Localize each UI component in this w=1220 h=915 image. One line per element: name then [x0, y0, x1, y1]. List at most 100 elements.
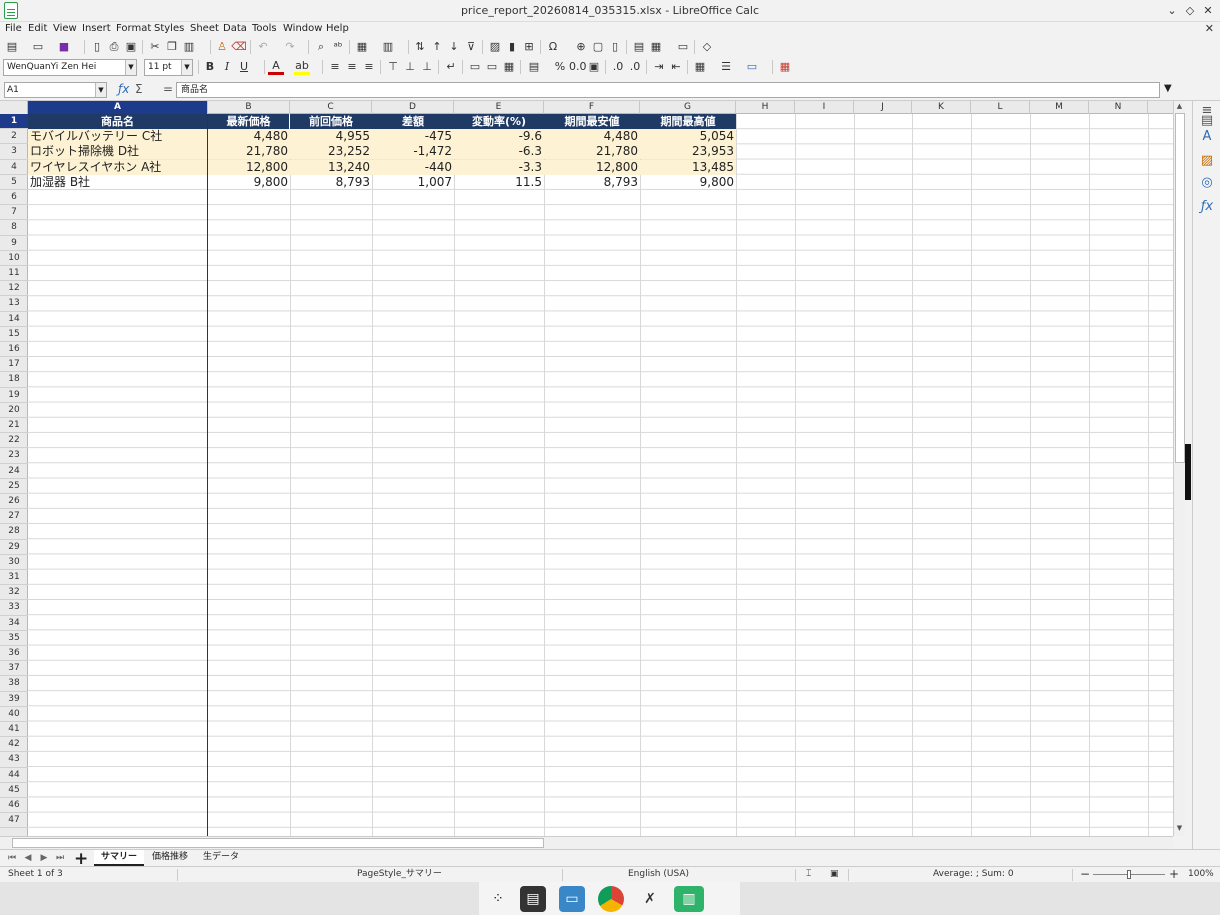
row-header-35[interactable]: 35: [0, 631, 28, 646]
row-header-13[interactable]: 13: [0, 296, 28, 312]
align-right-icon[interactable]: ≡: [361, 59, 377, 75]
row-header-23[interactable]: 23: [0, 448, 28, 464]
row-header-37[interactable]: 37: [0, 661, 28, 677]
table-cell[interactable]: -9.6: [454, 129, 544, 145]
find-replace-icon[interactable]: ⌕: [313, 39, 329, 55]
column-header-d[interactable]: D: [372, 101, 454, 114]
maximize-icon[interactable]: ◇: [1182, 3, 1198, 19]
align-bottom-icon[interactable]: ⊥: [419, 59, 435, 75]
chrome-browser-icon[interactable]: [598, 886, 624, 912]
table-cell[interactable]: 23,252: [290, 144, 372, 160]
column-header-c[interactable]: C: [290, 101, 372, 114]
row-header-9[interactable]: 9: [0, 236, 28, 251]
wrap-text-icon[interactable]: ↵: [443, 59, 459, 75]
menu-tools[interactable]: Tools: [252, 23, 277, 34]
tab-price-trend[interactable]: 価格推移: [145, 850, 195, 866]
table-cell[interactable]: 4,480: [544, 129, 640, 145]
table-cell[interactable]: 13,240: [290, 159, 372, 175]
chevron-down-icon[interactable]: ▼: [125, 60, 136, 75]
row-header-12[interactable]: 12: [0, 281, 28, 297]
table-cell[interactable]: 1,007: [372, 175, 454, 190]
row-header-1[interactable]: 1: [0, 114, 28, 130]
sort-icon[interactable]: ⇅: [412, 39, 428, 55]
scroll-up-icon[interactable]: ▲: [1174, 101, 1185, 112]
table-cell[interactable]: 21,780: [544, 144, 640, 160]
row-header-25[interactable]: 25: [0, 479, 28, 494]
x-app-icon[interactable]: ✗: [637, 886, 663, 912]
formula-equals-icon[interactable]: =: [163, 82, 173, 96]
menu-data[interactable]: Data: [223, 23, 247, 34]
row-header-7[interactable]: 7: [0, 205, 28, 221]
row-header-4[interactable]: 4: [0, 160, 28, 175]
terminal-icon[interactable]: ▤: [520, 886, 546, 912]
scroll-down-icon[interactable]: ▼: [1174, 823, 1185, 834]
add-decimal-icon[interactable]: .0: [610, 59, 626, 75]
zoom-slider-knob[interactable]: [1127, 870, 1131, 879]
header-cell-period-high[interactable]: 期間最高値: [640, 114, 736, 129]
freeze-rows-columns-icon[interactable]: ▦: [648, 39, 664, 55]
row-icon[interactable]: ▦: [354, 39, 370, 55]
vertical-scrollbar[interactable]: ▲ ▼: [1173, 101, 1185, 836]
increase-indent-icon[interactable]: ⇥: [651, 59, 667, 75]
align-top-icon[interactable]: ⊤: [385, 59, 401, 75]
export-pdf-icon[interactable]: ▯: [89, 39, 105, 55]
row-header-5[interactable]: 5: [0, 175, 28, 190]
row-header-38[interactable]: 38: [0, 676, 28, 692]
table-cell[interactable]: 4,955: [290, 129, 372, 145]
undo-icon[interactable]: ↶: [255, 39, 271, 55]
last-sheet-icon[interactable]: ⏭: [54, 852, 66, 865]
insert-image-icon[interactable]: ▨: [487, 39, 503, 55]
tab-summary[interactable]: サマリー: [94, 850, 145, 866]
first-sheet-icon[interactable]: ⏮: [6, 852, 18, 865]
number-format-icon[interactable]: 0.0: [569, 59, 587, 75]
unmerge-cells-icon[interactable]: ▦: [501, 59, 517, 75]
menu-window[interactable]: Window: [283, 23, 322, 34]
highlight-color-icon[interactable]: ab: [294, 59, 310, 75]
new-document-icon[interactable]: ▤: [4, 39, 20, 55]
column-header-i[interactable]: I: [795, 101, 854, 114]
paste-icon[interactable]: ▥: [181, 39, 197, 55]
libreoffice-calc-taskbar-icon[interactable]: ▥: [674, 886, 704, 912]
row-header-34[interactable]: 34: [0, 616, 28, 631]
column-header-a[interactable]: A: [28, 101, 208, 114]
table-cell[interactable]: 加湿器 B社: [28, 175, 207, 190]
menu-styles[interactable]: Styles: [154, 23, 184, 34]
percent-format-icon[interactable]: %: [552, 59, 568, 75]
delete-decimal-icon[interactable]: .0: [627, 59, 643, 75]
border-style-icon[interactable]: ☰: [718, 59, 734, 75]
column-header-g[interactable]: G: [640, 101, 736, 114]
font-name-box[interactable]: WenQuanYi Zen Hei ▼: [3, 59, 137, 76]
next-sheet-icon[interactable]: ▶: [38, 852, 50, 865]
row-header-10[interactable]: 10: [0, 251, 28, 266]
row-header-17[interactable]: 17: [0, 357, 28, 373]
redo-icon[interactable]: ↷: [282, 39, 298, 55]
name-box[interactable]: A1 ▼: [4, 82, 107, 98]
function-wizard-icon[interactable]: ƒx: [118, 82, 129, 96]
open-folder-icon[interactable]: ▭: [30, 39, 46, 55]
column-icon[interactable]: ▥: [380, 39, 396, 55]
row-header-19[interactable]: 19: [0, 388, 28, 403]
column-header-b[interactable]: B: [208, 101, 290, 114]
document-modified-icon[interactable]: ▣: [830, 867, 839, 882]
header-cell-period-low[interactable]: 期間最安値: [544, 114, 640, 129]
align-middle-icon[interactable]: ⊥: [402, 59, 418, 75]
table-cell[interactable]: モバイルバッテリー C社: [28, 129, 207, 145]
table-cell[interactable]: 21,780: [208, 144, 290, 160]
sort-ascending-icon[interactable]: ↑: [429, 39, 445, 55]
align-left-icon[interactable]: ≡: [327, 59, 343, 75]
table-cell[interactable]: 9,800: [208, 175, 290, 190]
table-cell[interactable]: 8,793: [290, 175, 372, 190]
row-header-46[interactable]: 46: [0, 798, 28, 814]
table-cell[interactable]: 9,800: [640, 175, 736, 190]
font-color-icon[interactable]: A: [268, 59, 284, 75]
row-header-41[interactable]: 41: [0, 722, 28, 738]
chevron-down-icon[interactable]: ▼: [181, 60, 192, 75]
select-all-corner[interactable]: [0, 101, 28, 114]
row-header-31[interactable]: 31: [0, 570, 28, 586]
align-center-icon[interactable]: ≡: [344, 59, 360, 75]
header-cell-change-rate[interactable]: 変動率(%): [454, 114, 544, 129]
row-header-15[interactable]: 15: [0, 327, 28, 342]
conditional-format-icon[interactable]: ▦: [777, 59, 793, 75]
table-cell[interactable]: 8,793: [544, 175, 640, 190]
styles-icon[interactable]: A: [1199, 129, 1215, 145]
